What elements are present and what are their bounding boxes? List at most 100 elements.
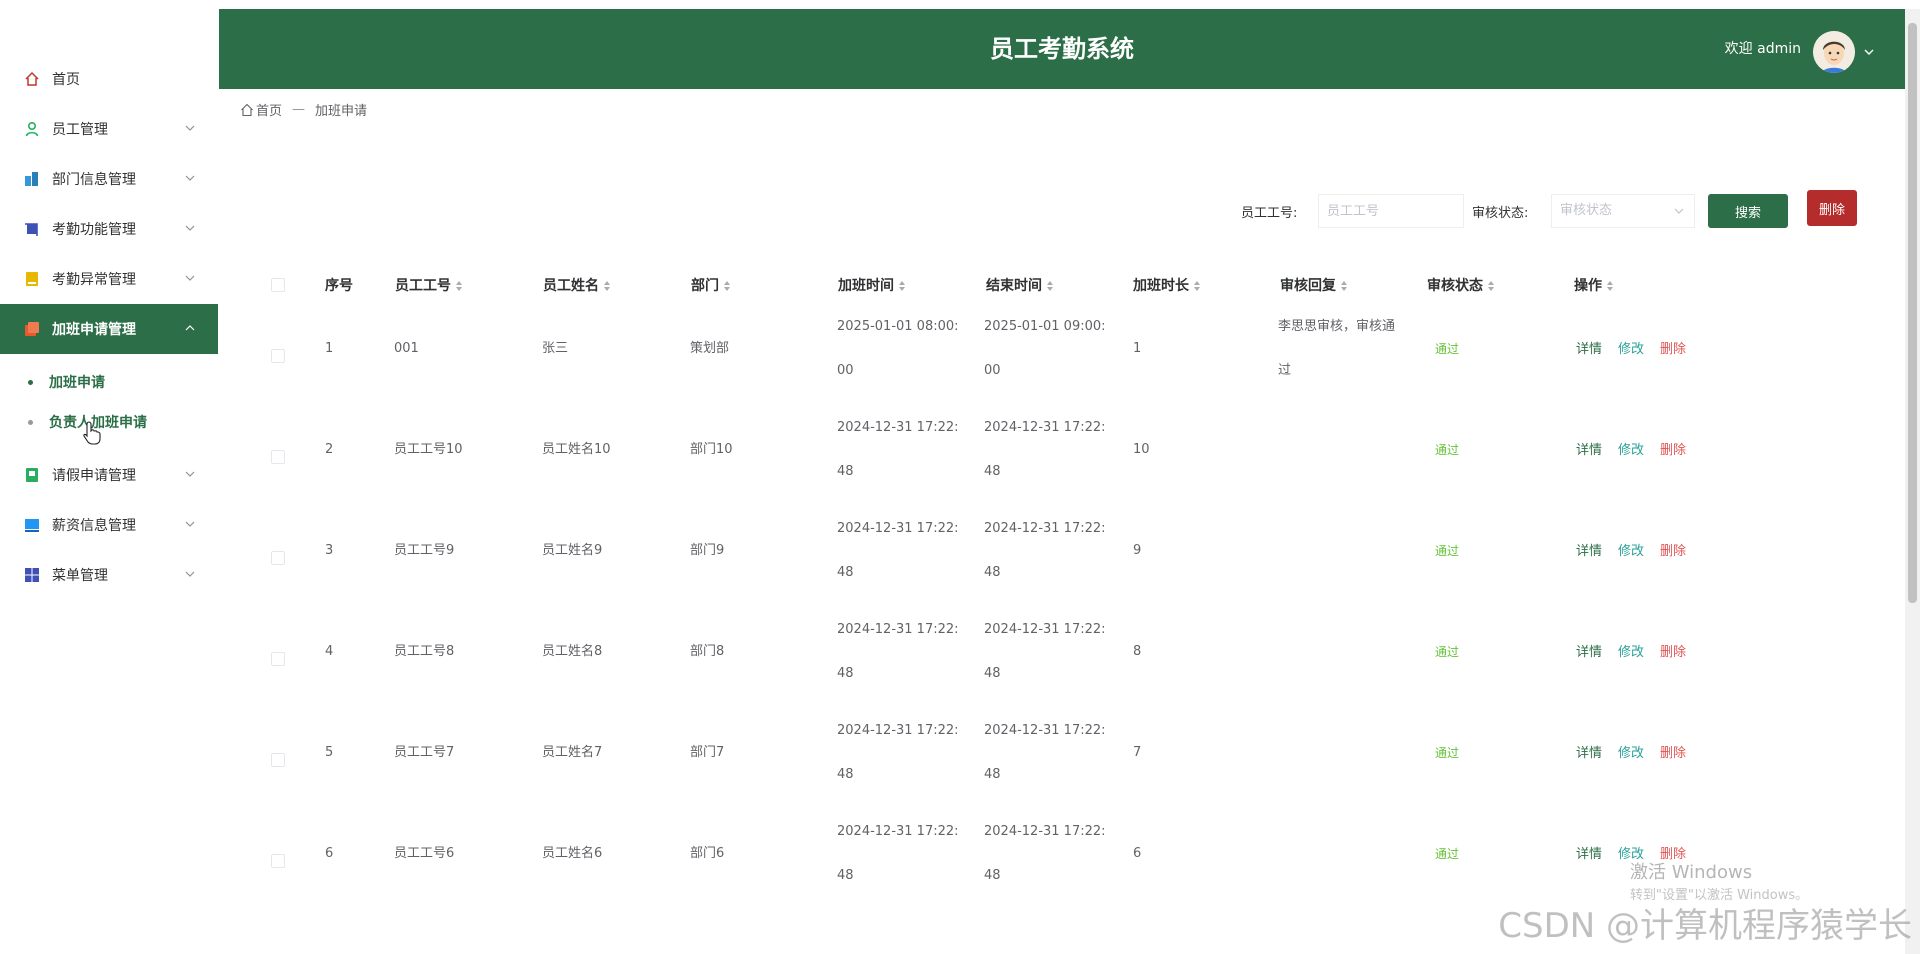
sidebar-item-employee[interactable]: 员工管理 <box>0 104 218 154</box>
column-header-start-time[interactable]: 加班时间 <box>838 275 906 295</box>
edit-link[interactable]: 修改 <box>1618 540 1644 559</box>
cell-emp-no: 员工工号10 <box>394 442 463 457</box>
search-button[interactable]: 搜索 <box>1708 194 1788 228</box>
row-checkbox[interactable] <box>271 349 285 363</box>
row-checkbox[interactable] <box>271 551 285 565</box>
column-header-employee-no[interactable]: 员工工号 <box>395 275 463 295</box>
row-checkbox[interactable] <box>271 753 285 767</box>
table-row: 4 员工工号8 员工姓名8 部门8 2024-12-31 17:22:48 2024-12… <box>255 608 1695 709</box>
page-scrollbar[interactable] <box>1905 9 1920 954</box>
sort-icon[interactable] <box>898 280 906 292</box>
cell-dept: 部门6 <box>690 846 725 861</box>
avatar[interactable] <box>1813 31 1855 73</box>
sidebar-item-overtime[interactable]: 加班申请管理 <box>0 304 218 354</box>
status-badge: 通过 <box>1435 342 1460 356</box>
column-header-department[interactable]: 部门 <box>691 275 731 295</box>
sidebar-item-department[interactable]: 部门信息管理 <box>0 154 218 204</box>
row-checkbox[interactable] <box>271 854 285 868</box>
table-row: 6 员工工号6 员工姓名6 部门6 2024-12-31 17:22:48 2024-12… <box>255 810 1695 911</box>
batch-delete-button[interactable]: 删除 <box>1807 190 1857 226</box>
cell-emp-no: 员工工号7 <box>394 745 455 760</box>
chevron-down-icon[interactable] <box>1863 46 1875 58</box>
sidebar-item-label: 菜单管理 <box>52 568 108 584</box>
detail-link[interactable]: 详情 <box>1576 641 1602 660</box>
detail-link[interactable]: 详情 <box>1576 338 1602 357</box>
cell-start: 2024-12-31 17:22:48 <box>837 420 959 479</box>
sidebar-item-label: 员工管理 <box>52 122 108 138</box>
status-label: 审核状态: <box>1472 206 1529 221</box>
remove-link[interactable]: 删除 <box>1660 641 1686 660</box>
edit-link[interactable]: 修改 <box>1618 338 1644 357</box>
employee-no-input[interactable] <box>1318 194 1464 228</box>
column-header-employee-name[interactable]: 员工姓名 <box>543 275 611 295</box>
detail-link[interactable]: 详情 <box>1576 742 1602 761</box>
remove-link[interactable]: 删除 <box>1660 338 1686 357</box>
column-header-status[interactable]: 审核状态 <box>1427 275 1495 295</box>
status-badge: 通过 <box>1435 443 1460 457</box>
remove-link[interactable]: 删除 <box>1660 742 1686 761</box>
column-header-label: 加班时长 <box>1133 278 1189 294</box>
chevron-down-icon <box>185 175 195 181</box>
row-checkbox[interactable] <box>271 450 285 464</box>
table-row: 5 员工工号7 员工姓名7 部门7 2024-12-31 17:22:48 2024-12… <box>255 709 1695 810</box>
status-badge: 通过 <box>1435 847 1460 861</box>
sidebar-item-exception[interactable]: 考勤异常管理 <box>0 254 218 304</box>
row-checkbox[interactable] <box>271 652 285 666</box>
sort-icon[interactable] <box>603 280 611 292</box>
grid-icon <box>24 567 40 583</box>
sidebar-item-label: 薪资信息管理 <box>52 518 136 534</box>
building-icon <box>24 171 40 187</box>
column-header-reply[interactable]: 审核回复 <box>1280 275 1348 295</box>
sort-icon[interactable] <box>1487 280 1495 292</box>
cell-hours: 9 <box>1133 543 1142 558</box>
table-row: 2 员工工号10 员工姓名10 部门10 2024-12-31 17:22:48 2024… <box>255 406 1695 507</box>
detail-link[interactable]: 详情 <box>1576 540 1602 559</box>
bullet-icon <box>28 379 33 385</box>
windows-activation-title: 激活 Windows <box>1630 862 1753 883</box>
sidebar-item-home[interactable]: 首页 <box>0 54 218 104</box>
sidebar-item-attendance[interactable]: 考勤功能管理 <box>0 204 218 254</box>
chevron-up-icon <box>185 325 195 331</box>
chevron-down-icon <box>185 521 195 527</box>
app-title: 员工考勤系统 <box>990 35 1134 63</box>
sort-icon[interactable] <box>1046 280 1054 292</box>
remove-link[interactable]: 删除 <box>1660 540 1686 559</box>
overtime-table: 序号 员工工号 员工姓名 部门 加班时间 结束时间 加班时长 审核回复 审核状态… <box>255 265 1695 911</box>
breadcrumb-home[interactable]: 首页 <box>256 100 282 119</box>
edit-link[interactable]: 修改 <box>1618 439 1644 458</box>
sidebar-subitem-overtime-apply[interactable]: 加班申请 <box>0 362 218 402</box>
sidebar-item-leave[interactable]: 请假申请管理 <box>0 450 218 500</box>
detail-link[interactable]: 详情 <box>1576 439 1602 458</box>
column-header-actions[interactable]: 操作 <box>1574 275 1614 295</box>
status-select[interactable]: 审核状态 <box>1551 194 1695 228</box>
edit-link[interactable]: 修改 <box>1618 742 1644 761</box>
sort-icon[interactable] <box>455 280 463 292</box>
cell-hours: 7 <box>1133 745 1142 760</box>
column-header-duration[interactable]: 加班时长 <box>1133 275 1201 295</box>
sort-icon[interactable] <box>723 280 731 292</box>
cell-start: 2024-12-31 17:22:48 <box>837 521 959 580</box>
remove-link[interactable]: 删除 <box>1660 439 1686 458</box>
cell-dept: 部门7 <box>690 745 725 760</box>
sort-icon[interactable] <box>1193 280 1201 292</box>
sidebar-subitem-manager-overtime[interactable]: 负责人加班申请 <box>0 402 218 442</box>
top-header: 员工考勤系统 欢迎 admin <box>219 9 1905 89</box>
book-icon <box>24 467 40 483</box>
sidebar-item-menu[interactable]: 菜单管理 <box>0 550 218 600</box>
hand-cursor-icon <box>83 421 101 445</box>
status-badge: 通过 <box>1435 645 1460 659</box>
cell-index: 5 <box>325 745 334 760</box>
select-all-checkbox[interactable] <box>271 278 285 292</box>
scrollbar-thumb[interactable] <box>1908 23 1917 603</box>
sort-icon[interactable] <box>1606 280 1614 292</box>
table-row: 1 001 张三 策划部 2025-01-01 08:00:00 2025-01-01 0… <box>255 305 1695 406</box>
cell-dept: 部门10 <box>690 442 733 457</box>
chevron-down-icon <box>185 571 195 577</box>
sort-icon[interactable] <box>1340 280 1348 292</box>
edit-link[interactable]: 修改 <box>1618 641 1644 660</box>
sidebar-item-salary[interactable]: 薪资信息管理 <box>0 500 218 550</box>
cell-end: 2024-12-31 17:22:48 <box>984 420 1106 479</box>
sidebar-item-label: 考勤异常管理 <box>52 272 136 288</box>
column-header-end-time[interactable]: 结束时间 <box>986 275 1054 295</box>
detail-link[interactable]: 详情 <box>1576 843 1602 862</box>
